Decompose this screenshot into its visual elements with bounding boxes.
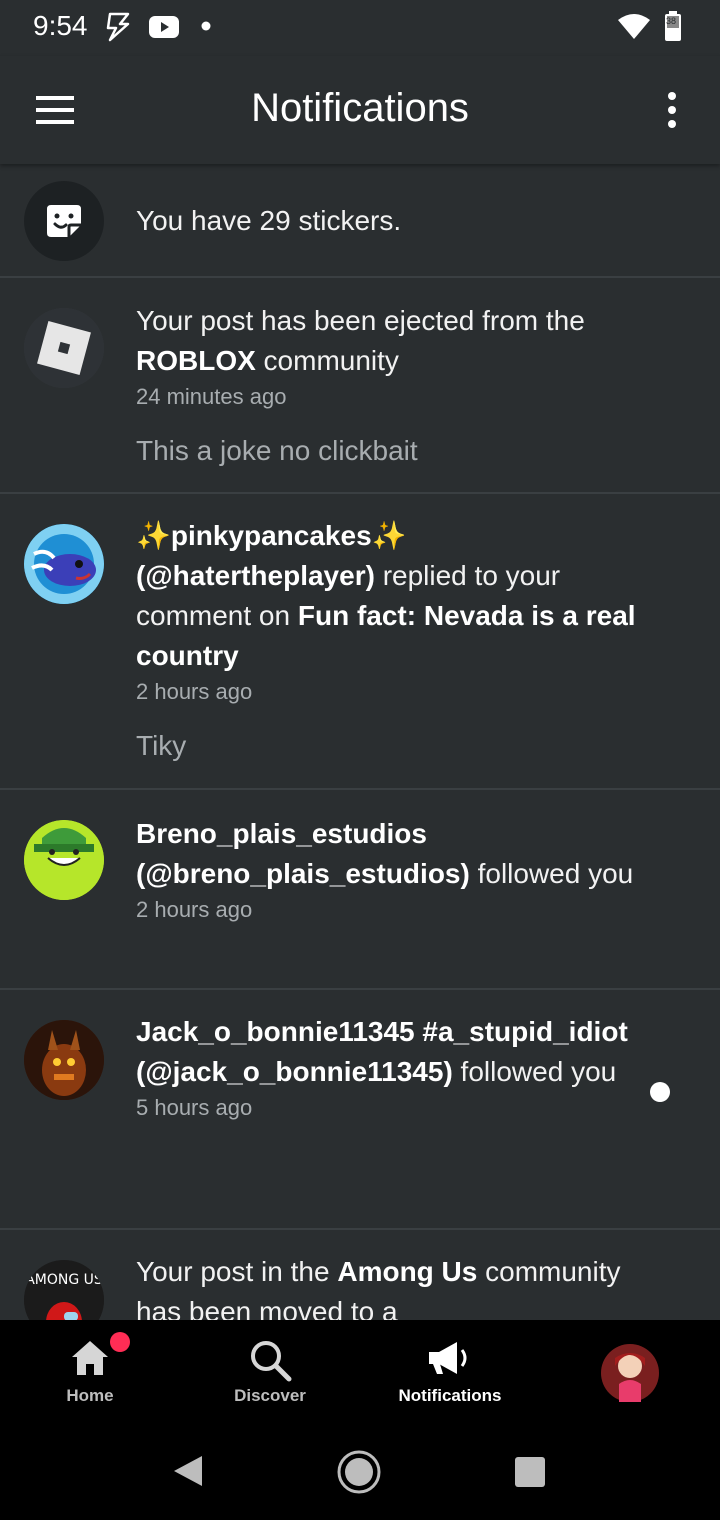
notification-dot-icon (201, 21, 211, 31)
back-icon[interactable] (172, 1454, 204, 1488)
sparkle-icon: ✨ (371, 520, 407, 551)
sparkle-icon: ✨ (136, 520, 171, 551)
battery-icon (665, 11, 681, 41)
megaphone-icon (429, 1342, 467, 1374)
avatar-image (24, 820, 104, 900)
user-avatar[interactable] (24, 1020, 104, 1100)
notification-text: ✨pinkypancakes✨ (@hatertheplayer) replie… (136, 520, 636, 671)
notification-item-stickers[interactable]: You have 29 stickers. (0, 164, 720, 278)
search-icon (251, 1341, 292, 1382)
notification-list: You have 29 stickers. Your post has been… (0, 164, 720, 1320)
among-us-logo-icon: AMONG US (24, 1260, 104, 1320)
avatar-label: AMONG US (25, 1272, 103, 1288)
avatar-image (24, 524, 104, 604)
notification-time: 5 hours ago (136, 1095, 253, 1120)
notification-text: You have 29 stickers. (136, 205, 402, 236)
nav-home-label: Home (66, 1386, 114, 1405)
status-time: 9:54 (33, 10, 88, 41)
youtube-icon (149, 16, 179, 38)
battery-level: 38 (666, 16, 677, 26)
username[interactable]: Breno_plais_estudios (136, 818, 427, 849)
notification-snippet: Tiky (136, 730, 187, 761)
notification-item-follow[interactable]: Jack_o_bonnie11345 #a_stupid_idiot (@jac… (0, 990, 720, 1230)
home-icon (72, 1341, 108, 1375)
app-bar: Notifications (0, 56, 720, 164)
nav-profile[interactable] (540, 1320, 720, 1422)
user-handle[interactable]: (@jack_o_bonnie11345) (136, 1056, 453, 1087)
user-avatar[interactable] (24, 820, 104, 900)
home-badge (110, 1332, 130, 1352)
bottom-navigation: Home Discover Notifications (0, 1320, 720, 1422)
nav-notifications-label: Notifications (398, 1386, 502, 1405)
notification-text: Your post in the Among Us community has … (136, 1256, 621, 1320)
sticker-avatar (24, 181, 104, 261)
nav-home[interactable]: Home (0, 1320, 180, 1422)
wifi-icon (618, 14, 650, 39)
unread-indicator (650, 1082, 670, 1102)
user-avatar[interactable] (24, 524, 104, 604)
community-name: Among Us (337, 1256, 478, 1287)
user-handle[interactable]: (@breno_plais_estudios) (136, 858, 470, 889)
status-bar: 9:54 38 (0, 0, 720, 56)
page-title: Notifications (251, 86, 469, 130)
home-circle-icon[interactable] (336, 1449, 382, 1495)
avatar-image (24, 1020, 104, 1100)
notification-text: Jack_o_bonnie11345 #a_stupid_idiot (@jac… (136, 1016, 628, 1087)
username[interactable]: pinkypancakes (171, 520, 372, 551)
recents-icon[interactable] (514, 1456, 546, 1488)
notification-snippet: This a joke no clickbait (136, 435, 418, 466)
nav-discover-label: Discover (234, 1386, 306, 1405)
notification-item-roblox[interactable]: Your post has been ejected from the ROBL… (0, 278, 720, 494)
notification-item-among-us[interactable]: AMONG US Your post in the Among Us commu… (0, 1230, 720, 1320)
notification-text: Your post has been ejected from the ROBL… (136, 305, 585, 376)
notification-time: 2 hours ago (136, 897, 253, 922)
lightning-icon (106, 12, 130, 42)
community-avatar: AMONG US (24, 1260, 104, 1320)
system-navigation-bar (0, 1422, 720, 1520)
nav-discover[interactable]: Discover (180, 1320, 360, 1422)
profile-avatar (601, 1344, 659, 1402)
user-handle[interactable]: (@hatertheplayer) (136, 560, 375, 591)
username[interactable]: Jack_o_bonnie11345 #a_stupid_idiot (136, 1016, 628, 1047)
notification-item-reply[interactable]: ✨pinkypancakes✨ (@hatertheplayer) replie… (0, 494, 720, 790)
notification-time: 2 hours ago (136, 679, 253, 704)
roblox-avatar (24, 308, 104, 388)
nav-notifications[interactable]: Notifications (360, 1320, 540, 1422)
notification-time: 24 minutes ago (136, 384, 287, 409)
sticker-icon (47, 205, 81, 237)
roblox-logo-icon (24, 308, 104, 388)
more-options-icon[interactable] (660, 90, 684, 130)
community-name: ROBLOX (136, 345, 256, 376)
notification-text: Breno_plais_estudios (@breno_plais_estud… (136, 818, 634, 889)
notification-item-follow[interactable]: Breno_plais_estudios (@breno_plais_estud… (0, 790, 720, 990)
